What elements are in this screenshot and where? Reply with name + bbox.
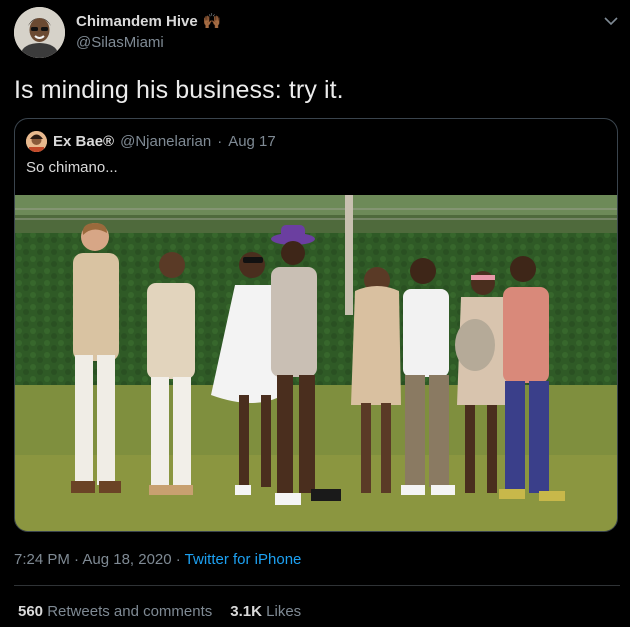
author-handle[interactable]: @SilasMiami bbox=[76, 34, 221, 51]
raised-hands-emoji: 🙌🏾 bbox=[202, 13, 222, 30]
divider bbox=[14, 585, 620, 586]
quoted-date[interactable]: Aug 17 bbox=[228, 133, 276, 150]
tweet-source-link[interactable]: Twitter for iPhone bbox=[185, 551, 302, 568]
tweet-author[interactable]: Chimandem Hive 🙌🏾 @SilasMiami bbox=[76, 12, 222, 52]
quoted-author-handle[interactable]: @Njanelarian bbox=[120, 133, 211, 150]
quoted-avatar[interactable] bbox=[26, 131, 47, 152]
quoted-photo[interactable] bbox=[15, 195, 617, 531]
tweet-text: Is minding his business: try it. bbox=[14, 76, 344, 104]
avatar[interactable] bbox=[14, 7, 65, 58]
tweet-timestamp: 7:24 PM · Aug 18, 2020 · Twitter for iPh… bbox=[14, 551, 301, 568]
retweets-count: 560 bbox=[18, 603, 44, 620]
quoted-separator: · bbox=[217, 133, 223, 150]
quoted-tweet-header: Ex Bae® @Njanelarian · Aug 17 bbox=[26, 131, 276, 152]
tweet-stats: 560 Retweets and comments 3.1K Likes bbox=[18, 603, 301, 620]
quoted-author-name[interactable]: Ex Bae® bbox=[53, 133, 114, 150]
retweets-label: Retweets and comments bbox=[47, 603, 213, 620]
timestamp-text[interactable]: 7:24 PM · Aug 18, 2020 · bbox=[14, 551, 185, 568]
retweets-stat[interactable]: 560 Retweets and comments bbox=[18, 603, 212, 620]
likes-label: Likes bbox=[266, 603, 302, 620]
author-name[interactable]: Chimandem Hive bbox=[76, 13, 198, 30]
quoted-text: So chimano... bbox=[26, 159, 118, 176]
likes-stat[interactable]: 3.1K Likes bbox=[230, 603, 301, 620]
quoted-tweet[interactable]: Ex Bae® @Njanelarian · Aug 17 So chimano… bbox=[14, 118, 618, 532]
likes-count: 3.1K bbox=[230, 603, 262, 620]
chevron-down-icon[interactable] bbox=[602, 12, 620, 30]
